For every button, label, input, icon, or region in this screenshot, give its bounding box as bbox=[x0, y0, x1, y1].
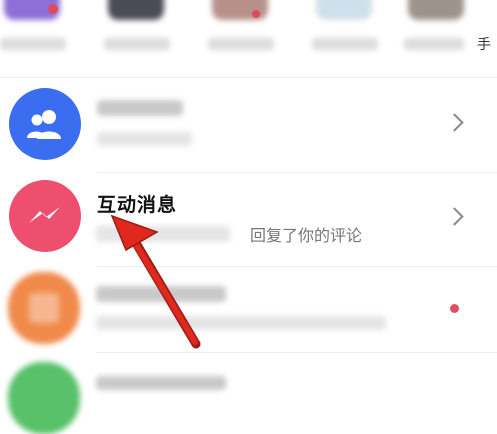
contact-name bbox=[404, 38, 464, 50]
avatar bbox=[8, 362, 80, 434]
group-icon bbox=[27, 110, 61, 139]
avatar bbox=[9, 88, 81, 160]
unread-dot bbox=[450, 304, 459, 313]
row-title: 互动消息 bbox=[97, 194, 178, 216]
row-title bbox=[96, 286, 226, 302]
avatar bbox=[316, 0, 372, 20]
contact-name bbox=[0, 38, 66, 50]
divider bbox=[97, 352, 497, 353]
row-subtitle: 回复了你的评论 bbox=[250, 226, 363, 245]
commenter-name bbox=[96, 226, 230, 242]
messenger-bolt-icon bbox=[29, 207, 60, 223]
chevron-right-icon bbox=[445, 113, 464, 132]
avatar bbox=[9, 180, 81, 252]
avatar bbox=[8, 272, 80, 344]
contact-name bbox=[208, 38, 274, 50]
avatar bbox=[212, 0, 268, 20]
top-avatar-strip: 手 bbox=[0, 0, 497, 76]
contact-name bbox=[104, 38, 170, 50]
truncated-label: 手 bbox=[477, 37, 491, 53]
row-subtitle bbox=[96, 316, 386, 330]
list-item-user[interactable] bbox=[0, 354, 497, 434]
row-title bbox=[96, 376, 226, 390]
notification-badge bbox=[48, 4, 58, 14]
list-item-interaction-messages[interactable]: 互动消息 回复了你的评论 bbox=[0, 174, 497, 266]
contact-name bbox=[312, 38, 378, 50]
divider bbox=[97, 266, 497, 267]
avatar bbox=[408, 0, 464, 20]
row-title bbox=[97, 100, 183, 116]
divider bbox=[97, 172, 497, 173]
list-item-user[interactable] bbox=[0, 268, 497, 352]
chevron-right-icon bbox=[445, 207, 464, 226]
list-item-group[interactable] bbox=[0, 78, 497, 170]
row-subtitle bbox=[97, 132, 192, 146]
avatar bbox=[108, 0, 164, 20]
notification-badge bbox=[252, 10, 260, 18]
